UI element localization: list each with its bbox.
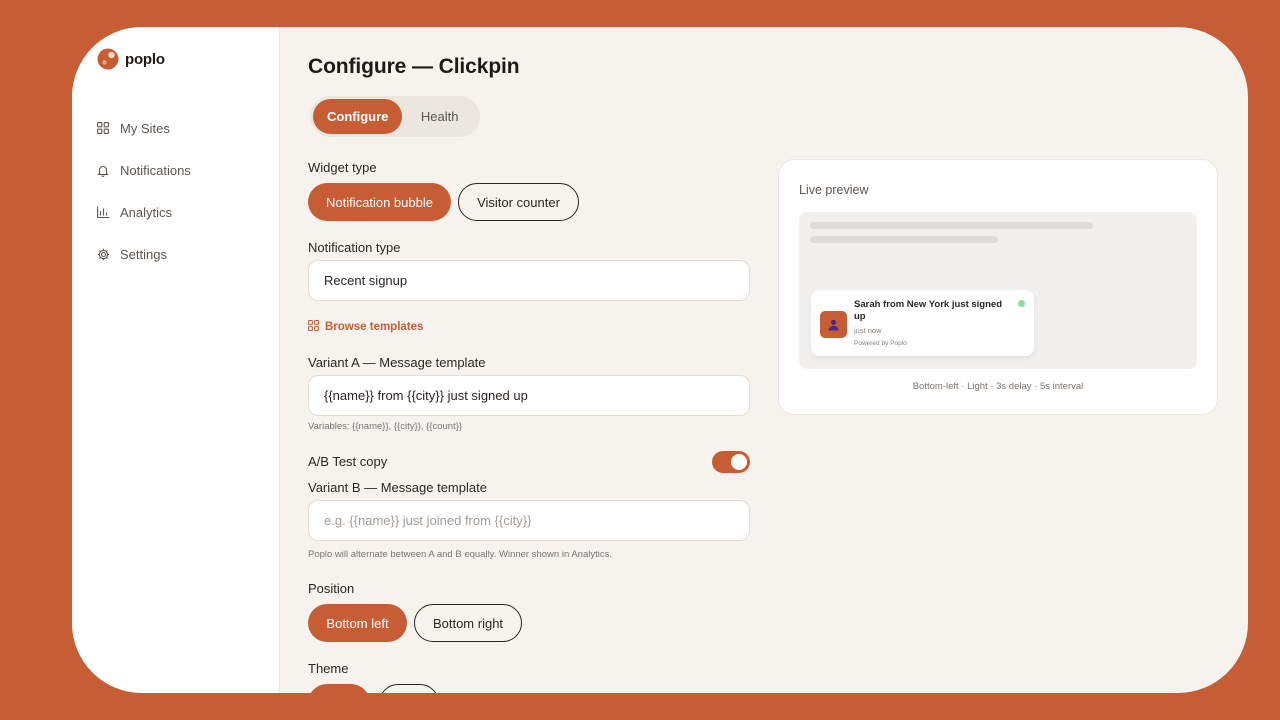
logo[interactable]: poplo (97, 48, 165, 70)
user-avatar-icon (820, 311, 847, 338)
widget-type-notification-bubble[interactable]: Notification bubble (308, 183, 451, 221)
theme-option[interactable] (379, 684, 439, 693)
variant-a-label: Variant A — Message template (308, 355, 486, 370)
skeleton-line (810, 236, 998, 243)
gear-icon (96, 247, 110, 261)
variant-b-input[interactable]: e.g. {{name}} just joined from {{city}} (308, 500, 750, 541)
ab-test-toggle[interactable] (712, 451, 750, 473)
sidebar: poplo My Sites Notifications Analytics S… (72, 27, 280, 693)
grid-icon (96, 121, 110, 135)
browse-templates-link[interactable]: Browse templates (308, 320, 423, 334)
app-window: poplo My Sites Notifications Analytics S… (72, 27, 1248, 693)
ab-test-label: A/B Test copy (308, 454, 388, 469)
sidebar-item-settings[interactable]: Settings (96, 233, 191, 275)
position-bottom-right[interactable]: Bottom right (414, 604, 522, 642)
toggle-knob (731, 454, 747, 470)
theme-option-selected[interactable] (308, 684, 370, 693)
bell-icon (96, 163, 110, 177)
poplo-logo-icon (97, 48, 119, 70)
position-bottom-left[interactable]: Bottom left (308, 604, 407, 642)
preview-canvas: Sarah from New York just signed up just … (799, 212, 1197, 369)
theme-label: Theme (308, 661, 349, 676)
sidebar-item-label: Settings (120, 246, 167, 262)
widget-type-label: Widget type (308, 160, 377, 175)
tab-configure[interactable]: Configure (313, 99, 403, 134)
variant-a-input[interactable]: {{name}} from {{city}} just signed up (308, 375, 750, 416)
position-label: Position (308, 581, 355, 596)
widget-type-visitor-counter[interactable]: Visitor counter (458, 183, 579, 221)
live-preview-card: Live preview Sarah from New York just si… (778, 159, 1218, 415)
bar-chart-icon (96, 205, 110, 219)
notification-powered-by: Powered by Poplo (854, 340, 907, 347)
sidebar-item-label: Analytics (120, 204, 173, 220)
notification-time: just now (854, 326, 882, 335)
sidebar-item-analytics[interactable]: Analytics (96, 191, 191, 233)
grid-icon (308, 320, 319, 334)
preview-notification: Sarah from New York just signed up just … (811, 290, 1034, 356)
status-dot (1018, 300, 1025, 307)
notification-type-label: Notification type (308, 240, 401, 255)
sidebar-item-label: My Sites (120, 120, 170, 136)
tab-bar: Configure Health (310, 96, 480, 137)
skeleton-line (810, 222, 1093, 229)
sidebar-item-my-sites[interactable]: My Sites (96, 107, 191, 149)
page-title: Configure — Clickpin (308, 55, 520, 78)
variant-b-hint: Poplo will alternate between A and B equ… (308, 549, 612, 560)
variant-a-hint: Variables: {{name}}, {{city}}, {{count}} (308, 421, 463, 432)
preview-settings-summary: Bottom-left · Light · 3s delay · 5s inte… (912, 381, 1084, 392)
notification-message: Sarah from New York just signed up (854, 299, 1002, 322)
browse-templates-label: Browse templates (325, 321, 424, 333)
main-content: Configure — Clickpin Configure Health Wi… (280, 27, 1248, 693)
live-preview-title: Live preview (799, 183, 869, 197)
app-name: poplo (125, 50, 165, 68)
sidebar-nav: My Sites Notifications Analytics Setting… (96, 107, 191, 275)
tab-health[interactable]: Health (402, 99, 477, 134)
sidebar-item-notifications[interactable]: Notifications (96, 149, 191, 191)
variant-b-label: Variant B — Message template (308, 480, 487, 495)
notification-type-select[interactable]: Recent signup (308, 260, 750, 301)
sidebar-item-label: Notifications (120, 162, 191, 178)
